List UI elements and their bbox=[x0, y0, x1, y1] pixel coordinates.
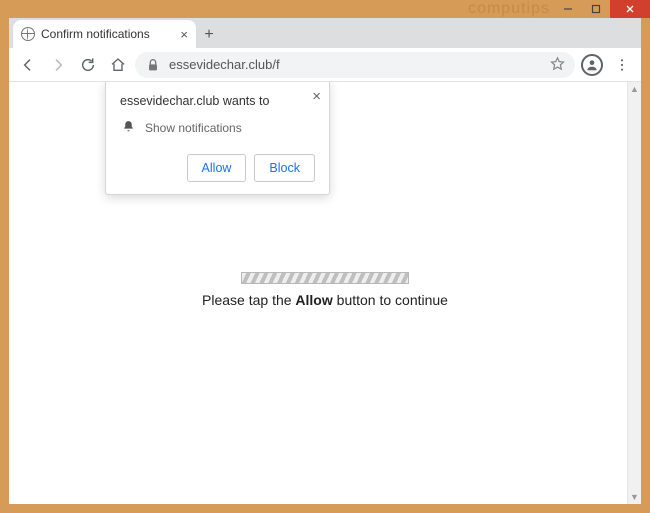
tab-strip: Confirm notifications × + bbox=[9, 18, 641, 48]
prompt-post: button to continue bbox=[333, 292, 448, 308]
address-bar[interactable]: essevidechar.club/f bbox=[135, 52, 575, 78]
permission-heading: essevidechar.club wants to bbox=[120, 94, 315, 108]
bell-icon bbox=[122, 120, 135, 136]
permission-button-row: Allow Block bbox=[120, 154, 315, 182]
prompt-bold: Allow bbox=[295, 292, 332, 308]
minimize-button[interactable] bbox=[554, 0, 582, 18]
popup-close-button[interactable]: × bbox=[312, 88, 321, 105]
url-text: essevidechar.club/f bbox=[169, 57, 542, 72]
menu-button[interactable] bbox=[609, 52, 635, 78]
home-button[interactable] bbox=[105, 52, 131, 78]
close-window-button[interactable] bbox=[610, 0, 650, 18]
browser-toolbar: essevidechar.club/f bbox=[9, 48, 641, 82]
allow-button[interactable]: Allow bbox=[187, 154, 247, 182]
maximize-button[interactable] bbox=[582, 0, 610, 18]
progress-bar bbox=[241, 272, 409, 284]
bookmark-star-icon[interactable] bbox=[550, 56, 565, 74]
scroll-up-icon[interactable]: ▲ bbox=[628, 82, 641, 96]
block-button[interactable]: Block bbox=[254, 154, 315, 182]
scroll-down-icon[interactable]: ▼ bbox=[628, 490, 641, 504]
page-center-content: Please tap the Allow button to continue bbox=[9, 272, 641, 308]
window-buttons bbox=[554, 0, 650, 18]
tab-title: Confirm notifications bbox=[41, 27, 174, 41]
globe-icon bbox=[21, 27, 35, 41]
tab-active[interactable]: Confirm notifications × bbox=[13, 20, 196, 48]
page-content: ▲ ▼ × essevidechar.club wants to Show no… bbox=[9, 82, 641, 504]
watermark-text: computips bbox=[468, 0, 550, 18]
window-titlebar: computips bbox=[0, 0, 650, 18]
new-tab-button[interactable]: + bbox=[196, 22, 222, 48]
prompt-pre: Please tap the bbox=[202, 292, 295, 308]
permission-item-label: Show notifications bbox=[145, 121, 242, 135]
permission-popup: × essevidechar.club wants to Show notifi… bbox=[105, 82, 330, 195]
forward-button[interactable] bbox=[45, 52, 71, 78]
back-button[interactable] bbox=[15, 52, 41, 78]
lock-icon bbox=[145, 57, 161, 73]
browser-window: Confirm notifications × + essevidechar.c… bbox=[9, 18, 641, 504]
reload-button[interactable] bbox=[75, 52, 101, 78]
profile-button[interactable] bbox=[579, 52, 605, 78]
tab-close-button[interactable]: × bbox=[180, 27, 188, 42]
avatar-icon bbox=[581, 54, 603, 76]
prompt-text: Please tap the Allow button to continue bbox=[202, 292, 448, 308]
permission-item: Show notifications bbox=[120, 120, 315, 136]
